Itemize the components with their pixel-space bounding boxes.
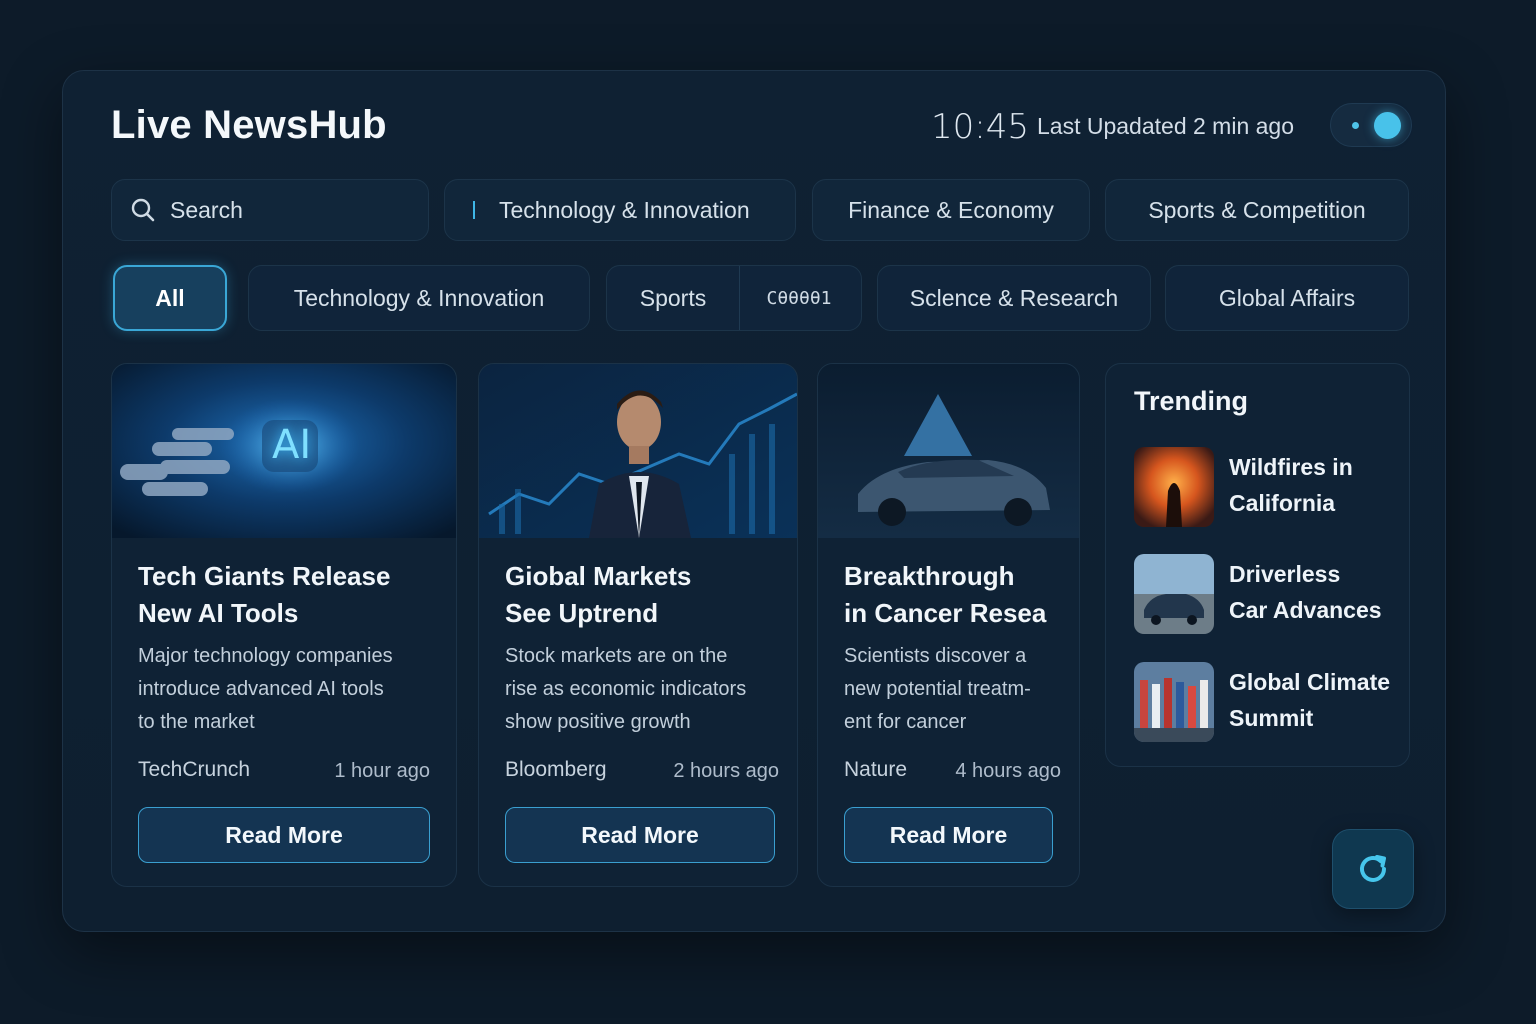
trending-label: Wildfires in California bbox=[1229, 454, 1353, 516]
text-cursor bbox=[473, 201, 475, 219]
category-label: Sports & Competition bbox=[1148, 196, 1366, 223]
article-source: Nature bbox=[844, 758, 908, 781]
trending-label: Global Climate Summit bbox=[1229, 669, 1391, 731]
article-card: AI Tech Giants Release New AI Tools Majo… bbox=[111, 363, 457, 887]
article-card: Breakthrough in Cancer Resea Scientists … bbox=[817, 363, 1080, 887]
driverless-car-thumbnail bbox=[1134, 554, 1214, 634]
read-more-button[interactable]: Read More bbox=[505, 807, 775, 863]
trending-heading: Trending bbox=[1134, 386, 1248, 416]
live-toggle[interactable] bbox=[1330, 103, 1412, 147]
article-image-car bbox=[818, 364, 1079, 538]
read-more-button[interactable]: Read More bbox=[138, 807, 430, 863]
article-time: 1 hour ago bbox=[334, 760, 430, 782]
search-icon bbox=[131, 198, 155, 222]
article-image-ai-hand: AI bbox=[112, 364, 456, 538]
wildfire-thumbnail bbox=[1134, 447, 1214, 527]
filter-all[interactable]: All bbox=[113, 265, 227, 331]
search-input[interactable]: Search bbox=[111, 179, 429, 241]
article-summary: Stock markets are on the rise as economi… bbox=[505, 645, 747, 733]
article-time: 4 hours ago bbox=[955, 760, 1061, 782]
article-summary: Scientists discover a new potential trea… bbox=[844, 645, 1031, 733]
refresh-icon bbox=[1360, 855, 1386, 882]
article-card: Giobal Markets See Uptrend Stock markets… bbox=[478, 363, 798, 887]
article-time: 2 hours ago bbox=[673, 760, 779, 782]
article-title[interactable]: Giobal Markets See Uptrend bbox=[505, 558, 691, 632]
category-label: Technology & Innovation bbox=[499, 196, 750, 223]
search-placeholder: Search bbox=[170, 196, 243, 223]
toggle-knob bbox=[1374, 112, 1401, 139]
category-sports-competition[interactable]: Sports & Competition bbox=[1105, 179, 1409, 241]
trending-label: Driverless Car Advances bbox=[1229, 561, 1382, 623]
article-summary: Major technology companies introduce adv… bbox=[138, 645, 393, 733]
filter-sports-label: Sports bbox=[639, 284, 707, 311]
category-finance-economy[interactable]: Finance & Economy bbox=[812, 179, 1090, 241]
article-image-businessman bbox=[479, 364, 797, 538]
trending-item[interactable]: Global Climate Summit bbox=[1134, 662, 1404, 742]
filter-sports-code[interactable]: Cθθθθ1 bbox=[740, 288, 858, 309]
trending-panel: Trending Wildfires in California Driverl… bbox=[1105, 363, 1410, 767]
article-source: Bloomberg bbox=[505, 758, 607, 781]
category-label: Finance & Economy bbox=[848, 196, 1054, 223]
article-title[interactable]: Tech Giants Release New AI Tools bbox=[138, 558, 390, 632]
filter-global-affairs[interactable]: Global Affairs bbox=[1165, 265, 1409, 331]
trending-item[interactable]: Wildfires in California bbox=[1134, 447, 1404, 527]
last-updated-text: Last Upadated 2 min ago bbox=[1037, 113, 1295, 139]
trending-item[interactable]: Driverless Car Advances bbox=[1134, 554, 1404, 634]
article-source: TechCrunch bbox=[138, 758, 251, 781]
refresh-button[interactable] bbox=[1332, 829, 1414, 909]
filter-technology-innovation[interactable]: Technology & Innovation bbox=[248, 265, 590, 331]
ai-overlay-text: AI bbox=[272, 422, 312, 468]
category-technology-innovation[interactable]: Technology & Innovation bbox=[444, 179, 796, 241]
article-title[interactable]: Breakthrough in Cancer Resea bbox=[844, 558, 1046, 632]
clock: 10:45 bbox=[931, 107, 1029, 147]
climate-summit-thumbnail bbox=[1134, 662, 1214, 742]
filter-science-research[interactable]: Sclence & Research bbox=[877, 265, 1151, 331]
read-more-button[interactable]: Read More bbox=[844, 807, 1053, 863]
filter-sports[interactable]: Sports Cθθθθ1 bbox=[606, 265, 862, 331]
toggle-indicator-dot bbox=[1352, 122, 1359, 129]
news-dashboard-panel: Live NewsHub 10:45 Last Upadated 2 min a… bbox=[62, 70, 1446, 932]
app-title: Live NewsHub bbox=[111, 103, 387, 147]
